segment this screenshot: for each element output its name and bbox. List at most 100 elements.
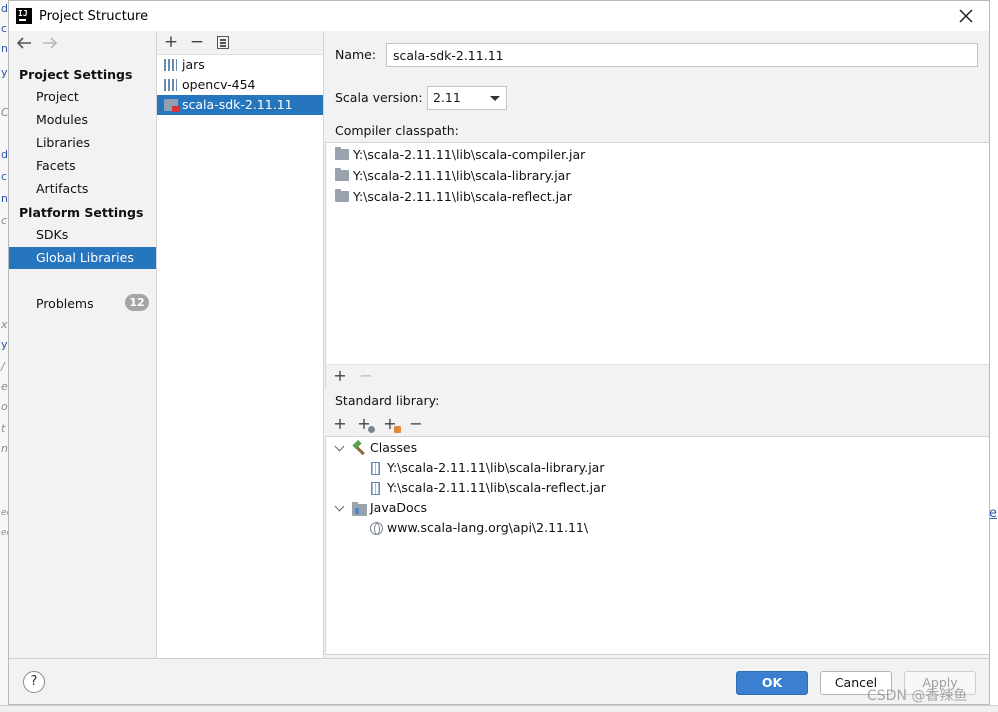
background-glyph: y [1,338,8,351]
close-button[interactable] [953,3,979,29]
jar-file-icon [371,462,380,475]
remove-library-button[interactable]: − [187,32,207,52]
background-glyph: c [1,22,8,35]
chevron-down-icon [334,441,345,452]
background-ide-gutter: d c n y C d c n c x y / e o t n ec ec [0,0,12,712]
name-field[interactable] [386,43,978,67]
classpath-entry-label: Y:\scala-2.11.11\lib\scala-reflect.jar [353,189,572,204]
tree-node-classes[interactable]: Classes [334,438,634,458]
chevron-down-icon [334,501,345,512]
background-glyph: o [1,400,8,413]
add-root-button[interactable]: + [331,415,349,433]
folder-icon [335,189,349,202]
library-detail-panel: Name: Scala version: 2.11 Compiler class… [325,31,989,658]
tree-node-javadocs[interactable]: JavaDocs [334,498,634,518]
ok-button[interactable]: OK [736,671,808,695]
close-icon [959,9,973,23]
help-button[interactable]: ? [23,671,45,693]
compiler-classpath-list: Y:\scala-2.11.11\lib\scala-compiler.jar … [325,142,989,388]
project-settings-header: Project Settings [19,67,133,82]
background-glyph: / [1,360,5,373]
tree-node-label: Classes [370,440,418,455]
library-jar-icon [164,59,177,71]
standard-library-label: Standard library: [335,393,440,408]
background-glyph: x [1,318,8,331]
tree-leaf-label: www.scala-lang.org\api\2.11.11\ [387,520,589,535]
hammer-icon [352,441,366,455]
javadoc-folder-icon [352,502,367,516]
background-glyph: n [1,192,8,205]
library-item-label: scala-sdk-2.11.11 [182,97,293,112]
intellij-logo-icon: IJ [16,8,32,24]
sidebar-item-modules[interactable]: Modules [9,109,156,131]
arrow-right-icon [43,37,58,49]
tree-leaf-jar[interactable]: Y:\scala-2.11.11\lib\scala-library.jar [370,458,770,478]
scala-version-dropdown[interactable]: 2.11 [427,86,507,110]
tree-leaf-label: Y:\scala-2.11.11\lib\scala-library.jar [387,460,605,475]
sidebar-item-facets[interactable]: Facets [9,155,156,177]
problems-count-badge: 12 [125,294,149,311]
scala-version-value: 2.11 [433,90,461,105]
background-ide-bottom [0,705,998,712]
title-bar: IJ Project Structure [9,1,989,31]
copy-library-button[interactable] [213,32,233,52]
background-glyph: d [1,2,8,15]
folder-icon [335,147,349,160]
globe-badge-icon [368,426,375,433]
sidebar-item-artifacts[interactable]: Artifacts [9,178,156,200]
tree-leaf-url[interactable]: www.scala-lang.org\api\2.11.11\ [370,518,770,538]
background-glyph: e [1,380,8,393]
background-glyph: c [1,214,8,227]
add-external-button[interactable]: + [381,415,401,433]
library-jar-icon [164,79,177,91]
jar-badge-icon [394,426,401,433]
forward-button[interactable] [42,35,58,55]
scala-version-label: Scala version: [335,90,423,105]
platform-settings-header: Platform Settings [19,205,144,220]
background-glyph: y [1,66,8,79]
folder-icon [335,168,349,181]
project-structure-dialog: IJ Project Structure Project Settings Pr… [8,0,990,705]
tree-leaf-jar[interactable]: Y:\scala-2.11.11\lib\scala-reflect.jar [370,478,770,498]
compiler-classpath-label: Compiler classpath: [335,123,459,138]
window-title: Project Structure [39,9,149,24]
library-list-toolbar: + − [157,31,323,55]
classpath-entry[interactable]: Y:\scala-2.11.11\lib\scala-compiler.jar [334,144,585,165]
library-list-panel: + − jars opencv-454 scala-sdk-2.11.11 [156,31,324,658]
sidebar-item-global-libraries[interactable]: Global Libraries [9,247,156,269]
add-javadoc-button[interactable]: + [355,415,375,433]
background-glyph: t [1,422,6,435]
copy-icon [217,36,229,49]
classpath-entry[interactable]: Y:\scala-2.11.11\lib\scala-library.jar [334,165,570,186]
chevron-down-icon [490,96,500,101]
classpath-entry-label: Y:\scala-2.11.11\lib\scala-compiler.jar [353,147,586,162]
tree-node-label: JavaDocs [370,500,428,515]
sidebar-item-project[interactable]: Project [9,86,156,108]
remove-root-button[interactable]: − [407,415,425,433]
add-classpath-button[interactable]: + [330,366,350,386]
remove-classpath-button[interactable]: − [356,366,376,386]
scala-sdk-icon [164,99,179,112]
background-glyph: d [1,148,8,161]
classpath-entry-label: Y:\scala-2.11.11\lib\scala-library.jar [353,168,571,183]
library-item-label: jars [182,57,205,72]
library-item-label: opencv-454 [182,77,256,92]
watermark: CSDN @香辣鱼 [867,688,968,704]
globe-icon [370,522,383,535]
tree-leaf-label: Y:\scala-2.11.11\lib\scala-reflect.jar [387,480,606,495]
back-button[interactable] [16,35,32,55]
standard-library-tree: Classes Y:\scala-2.11.11\lib\scala-libra… [325,436,989,655]
classpath-entry[interactable]: Y:\scala-2.11.11\lib\scala-reflect.jar [334,186,572,207]
jar-file-icon [371,482,380,495]
dialog-footer: ? OK Cancel Apply [9,658,989,704]
settings-sidebar: Project Settings Project Modules Librari… [9,31,156,658]
add-library-button[interactable]: + [161,32,181,52]
background-glyph: n [1,42,8,55]
library-item[interactable]: opencv-454 [157,75,323,95]
sidebar-item-libraries[interactable]: Libraries [9,132,156,154]
library-item[interactable]: jars [157,55,323,75]
sidebar-item-sdks[interactable]: SDKs [9,224,156,246]
background-glyph: n [1,442,8,455]
name-label: Name: [335,47,377,62]
library-item-selected[interactable]: scala-sdk-2.11.11 [157,95,323,115]
